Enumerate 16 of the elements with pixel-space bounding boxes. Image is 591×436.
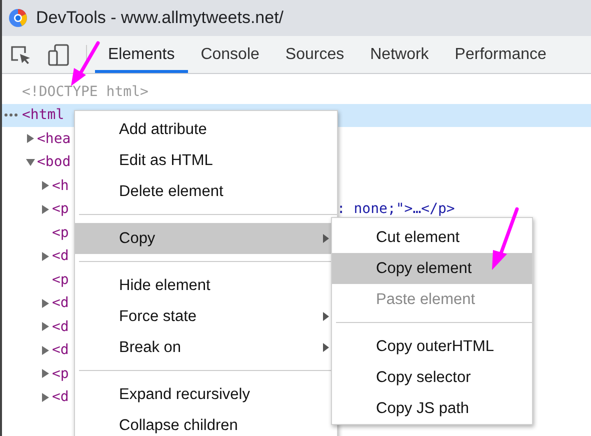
tree-node-text: <d: [52, 248, 69, 264]
tree-node-text: <d: [52, 342, 69, 358]
tree-node-text: <d: [52, 389, 69, 406]
tree-node-text: <html: [22, 107, 64, 124]
tree-node-text: <bod: [37, 154, 71, 170]
tree-node-text: <!DOCTYPE html>: [22, 84, 148, 100]
tree-node-text: <p: [52, 224, 69, 241]
window-title: DevTools - www.allmytweets.net/: [36, 8, 284, 28]
tree-node-text: <hea: [37, 130, 71, 147]
tree-node-text: : none;">…</p>: [336, 201, 455, 218]
tree-node-text: <d: [52, 295, 69, 312]
tree-node-text: <p: [52, 201, 69, 218]
tree-node-text: <p: [52, 272, 69, 288]
tree-node-text: <h: [52, 178, 69, 194]
tree-node-text: <d: [52, 318, 69, 335]
tree-node-text: <p: [52, 366, 69, 382]
